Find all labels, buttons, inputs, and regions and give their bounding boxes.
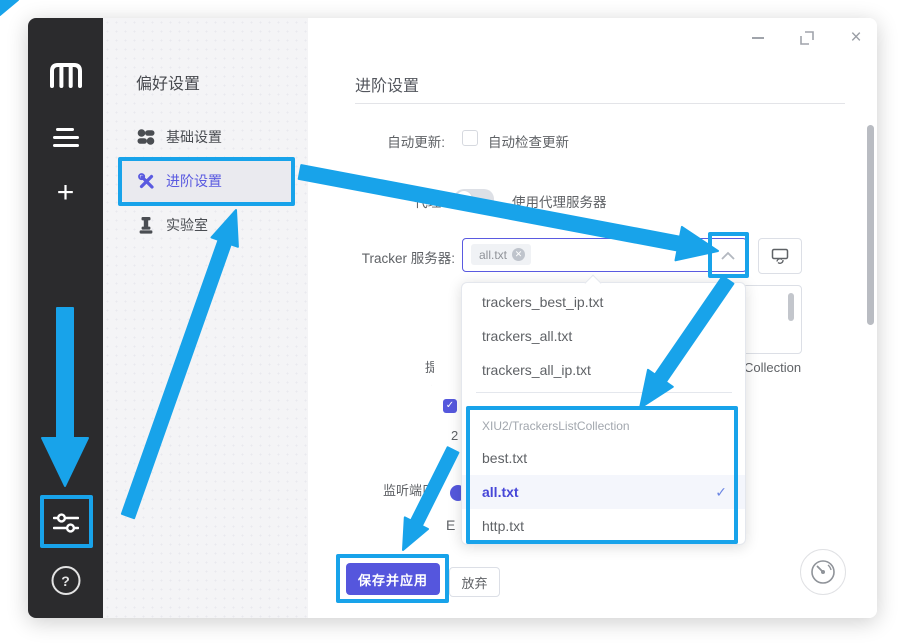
nav-item-basic-settings[interactable]: 基础设置	[120, 116, 295, 158]
sync-tracker-button[interactable]	[758, 238, 802, 274]
auto-update-checkbox[interactable]	[462, 130, 478, 146]
gauge-icon	[809, 558, 837, 586]
proxy-toggle-label: 使用代理服务器	[512, 191, 607, 211]
add-task-icon[interactable]: +	[57, 178, 75, 208]
nav-item-lab[interactable]: 实验室	[120, 204, 295, 246]
number-fragment: 2	[451, 428, 458, 443]
proxy-label: 代理:	[335, 191, 445, 211]
dropdown-item-label: all.txt	[482, 484, 519, 500]
minimize-button[interactable]	[748, 28, 768, 48]
nav-item-label: 进阶设置	[166, 171, 222, 191]
app-sidebar: + ?	[28, 18, 103, 618]
page-title: 进阶设置	[355, 72, 419, 96]
text-fragment: E	[446, 517, 455, 533]
dropdown-item[interactable]: trackers_all.txt	[462, 319, 745, 353]
nav-item-label: 实验室	[166, 215, 208, 235]
arrow-fragment-corner	[0, 0, 18, 15]
close-button[interactable]: ×	[846, 28, 866, 48]
maximize-button[interactable]	[797, 28, 817, 48]
dropdown-item[interactable]: http.txt	[462, 509, 745, 543]
wrench-screwdriver-icon	[136, 173, 156, 190]
save-apply-button[interactable]: 保存并应用	[346, 563, 440, 595]
lab-stamp-icon	[136, 217, 156, 234]
tracker-server-select[interactable]: all.txt ✕	[462, 238, 747, 272]
screenshot-page: + ? 偏好设置	[0, 0, 906, 643]
link-text-fragment[interactable]: Collection	[744, 360, 801, 375]
help-glyph: ?	[51, 566, 80, 595]
preferences-sliders-icon[interactable]	[53, 512, 79, 539]
preferences-panel: 偏好设置 基础设置	[103, 18, 308, 618]
auto-update-checkbox-label[interactable]: 自动检查更新	[488, 131, 569, 151]
listen-port-label: 监听端口	[383, 480, 435, 499]
toggle-knob	[456, 191, 472, 207]
preferences-title: 偏好设置	[136, 70, 200, 94]
nav-item-label: 基础设置	[166, 127, 222, 147]
dropdown-divider	[476, 392, 732, 393]
tracker-dropdown: trackers_best_ip.txt trackers_all.txt tr…	[461, 282, 746, 545]
dropdown-item[interactable]: trackers_best_ip.txt	[462, 285, 745, 319]
textarea-scroll-thumb[interactable]	[788, 293, 794, 321]
chevron-up-icon[interactable]	[721, 251, 735, 260]
checked-checkbox-fragment[interactable]: ✓	[443, 399, 457, 413]
advanced-settings-pane: × 进阶设置 自动更新: 自动检查更新 代理: 使用代理服务器 Tracker …	[308, 18, 877, 618]
tag-remove-icon[interactable]: ✕	[512, 248, 525, 261]
dropdown-item[interactable]: best.txt	[462, 441, 745, 475]
nav-item-advanced-settings[interactable]: 进阶设置	[120, 160, 295, 202]
selected-tag: all.txt ✕	[471, 244, 531, 265]
help-icon[interactable]: ?	[51, 566, 80, 595]
monitor-sync-icon	[771, 248, 789, 264]
description-fragment: 《	[425, 375, 432, 394]
dropdown-group-label: XIU2/TrackersListCollection	[482, 419, 630, 433]
toggles-icon	[136, 129, 156, 145]
task-list-icon[interactable]	[53, 127, 79, 153]
dropdown-item-selected[interactable]: all.txt ✓	[462, 475, 745, 509]
tracker-server-label: Tracker 服务器:	[325, 247, 455, 267]
title-divider	[355, 103, 845, 104]
app-window: + ? 偏好设置	[28, 18, 877, 618]
description-fragment: 提	[425, 357, 434, 376]
auto-update-label: 自动更新:	[335, 131, 445, 151]
motrix-logo-icon	[48, 61, 84, 93]
dropdown-item[interactable]: trackers_all_ip.txt	[462, 353, 745, 387]
speed-gauge-button[interactable]	[800, 549, 846, 595]
proxy-toggle[interactable]	[454, 189, 494, 209]
content-scrollbar[interactable]	[867, 125, 874, 325]
discard-button[interactable]: 放弃	[449, 567, 500, 597]
check-icon: ✓	[715, 475, 727, 509]
tag-text: all.txt	[479, 248, 507, 262]
